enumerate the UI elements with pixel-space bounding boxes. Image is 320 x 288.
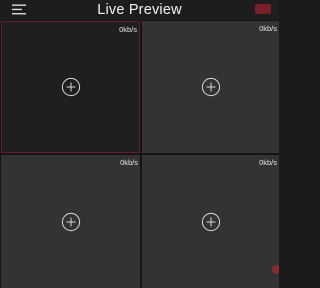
page-title: Live Preview — [97, 2, 182, 18]
record-indicator-icon[interactable] — [255, 4, 271, 14]
live-preview-screen: Live Preview 0kb/s 0kb/s 0kb/s 0kb/s — [0, 0, 279, 288]
bitrate-label: 0kb/s — [119, 25, 137, 34]
bitrate-label: 0kb/s — [120, 158, 138, 167]
camera-cell-4[interactable]: 0kb/s — [142, 155, 279, 288]
camera-cell-2[interactable]: 0kb/s — [142, 21, 279, 153]
add-camera-icon[interactable] — [201, 77, 221, 97]
add-camera-icon[interactable] — [61, 212, 81, 232]
camera-cell-3[interactable]: 0kb/s — [1, 155, 140, 288]
floating-tab-icon[interactable] — [272, 265, 279, 274]
top-bar: Live Preview — [0, 0, 279, 20]
add-camera-icon[interactable] — [201, 212, 221, 232]
camera-grid: 0kb/s 0kb/s 0kb/s 0kb/s — [0, 20, 279, 288]
bitrate-label: 0kb/s — [259, 24, 277, 33]
add-camera-icon[interactable] — [61, 77, 81, 97]
camera-cell-1[interactable]: 0kb/s — [1, 21, 140, 153]
bitrate-label: 0kb/s — [259, 158, 277, 167]
